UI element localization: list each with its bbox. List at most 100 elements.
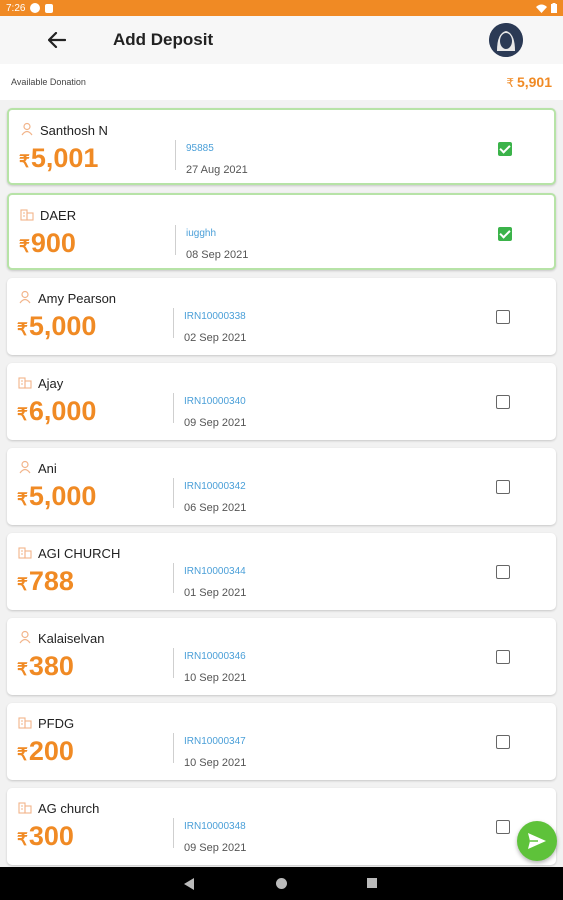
wifi-icon bbox=[536, 4, 547, 13]
deposit-amount: ₹788 bbox=[17, 568, 74, 595]
rupee-symbol: ₹ bbox=[506, 76, 514, 90]
rupee-symbol: ₹ bbox=[17, 490, 28, 509]
notification-icon bbox=[30, 3, 41, 13]
deposit-amount-value: 5,001 bbox=[30, 143, 99, 173]
user-avatar-icon bbox=[489, 23, 523, 57]
divider bbox=[175, 140, 176, 170]
deposit-card[interactable]: DAER ₹900 iugghh 08 Sep 2021 bbox=[7, 193, 556, 270]
donor-name: Amy Pearson bbox=[38, 291, 117, 306]
deposit-date: 27 Aug 2021 bbox=[186, 164, 248, 176]
deposit-amount: ₹380 bbox=[17, 653, 74, 680]
building-icon bbox=[18, 375, 32, 389]
deposit-amount: ₹900 bbox=[19, 230, 76, 257]
submit-button[interactable] bbox=[517, 821, 557, 861]
status-time: 7:26 bbox=[6, 2, 26, 14]
back-button[interactable] bbox=[44, 28, 70, 52]
available-donation-row: Available Donation ₹5,901 bbox=[0, 64, 563, 100]
deposit-amount-value: 300 bbox=[28, 821, 74, 851]
rupee-symbol: ₹ bbox=[17, 830, 28, 849]
deposit-reference: IRN10000340 bbox=[184, 396, 246, 407]
status-bar: 7:26 bbox=[0, 0, 563, 16]
deposit-card[interactable]: AGI CHURCH ₹788 IRN10000344 01 Sep 2021 bbox=[7, 533, 556, 610]
deposit-reference: IRN10000344 bbox=[184, 566, 246, 577]
deposit-amount: ₹5,000 bbox=[17, 313, 96, 340]
deposit-date: 10 Sep 2021 bbox=[184, 757, 247, 769]
nav-back-icon[interactable] bbox=[184, 878, 194, 890]
person-icon bbox=[18, 460, 32, 474]
deposit-reference: IRN10000342 bbox=[184, 481, 246, 492]
divider bbox=[173, 733, 174, 763]
deposit-reference: IRN10000348 bbox=[184, 821, 246, 832]
available-donation-value: ₹5,901 bbox=[506, 74, 552, 90]
deposit-card[interactable]: Kalaiselvan ₹380 IRN10000346 10 Sep 2021 bbox=[7, 618, 556, 695]
rupee-symbol: ₹ bbox=[17, 405, 28, 424]
deposit-card[interactable]: Santhosh N ₹5,001 95885 27 Aug 2021 bbox=[7, 108, 556, 185]
rupee-symbol: ₹ bbox=[17, 660, 28, 679]
deposit-checkbox[interactable] bbox=[498, 227, 512, 241]
nav-recents-icon[interactable] bbox=[367, 878, 377, 888]
deposit-checkbox[interactable] bbox=[496, 395, 510, 409]
deposit-card[interactable]: PFDG ₹200 IRN10000347 10 Sep 2021 bbox=[7, 703, 556, 780]
divider bbox=[173, 818, 174, 848]
divider bbox=[173, 393, 174, 423]
donor-name: Santhosh N bbox=[40, 123, 108, 138]
donor-name: PFDG bbox=[38, 716, 75, 731]
rupee-symbol: ₹ bbox=[17, 320, 28, 339]
rupee-symbol: ₹ bbox=[19, 237, 30, 256]
deposit-checkbox[interactable] bbox=[496, 480, 510, 494]
available-donation-label: Available Donation bbox=[11, 77, 86, 87]
donor-name: Kalaiselvan bbox=[38, 631, 105, 646]
deposit-date: 01 Sep 2021 bbox=[184, 587, 247, 599]
deposit-date: 09 Sep 2021 bbox=[184, 842, 247, 854]
deposit-date: 10 Sep 2021 bbox=[184, 672, 247, 684]
person-icon bbox=[18, 630, 32, 644]
donor-name: Ani bbox=[38, 461, 57, 476]
rupee-symbol: ₹ bbox=[17, 745, 28, 764]
deposit-reference: 95885 bbox=[186, 143, 214, 154]
deposit-card[interactable]: AG church ₹300 IRN10000348 09 Sep 2021 bbox=[7, 788, 556, 865]
donor-name: AG church bbox=[38, 801, 100, 816]
avatar[interactable] bbox=[489, 23, 523, 57]
person-icon bbox=[20, 122, 34, 136]
battery-icon bbox=[551, 3, 557, 13]
deposit-checkbox[interactable] bbox=[496, 735, 510, 749]
deposit-date: 08 Sep 2021 bbox=[186, 249, 249, 261]
deposit-checkbox[interactable] bbox=[496, 820, 510, 834]
deposit-amount: ₹300 bbox=[17, 823, 74, 850]
deposit-amount: ₹5,000 bbox=[17, 483, 96, 510]
app-bar: Add Deposit bbox=[0, 16, 563, 64]
deposit-checkbox[interactable] bbox=[496, 650, 510, 664]
system-nav-bar bbox=[0, 867, 563, 900]
building-icon bbox=[18, 715, 32, 729]
deposit-card[interactable]: Ajay ₹6,000 IRN10000340 09 Sep 2021 bbox=[7, 363, 556, 440]
person-icon bbox=[18, 290, 32, 304]
deposit-amount-value: 6,000 bbox=[28, 396, 97, 426]
divider bbox=[175, 225, 176, 255]
rupee-symbol: ₹ bbox=[17, 575, 28, 594]
deposit-list[interactable]: Santhosh N ₹5,001 95885 27 Aug 2021 DAER ₹900… bbox=[0, 100, 563, 867]
deposit-amount-value: 200 bbox=[28, 736, 74, 766]
deposit-date: 06 Sep 2021 bbox=[184, 502, 247, 514]
deposit-checkbox[interactable] bbox=[496, 310, 510, 324]
deposit-checkbox[interactable] bbox=[498, 142, 512, 156]
deposit-reference: IRN10000338 bbox=[184, 311, 246, 322]
building-icon bbox=[18, 800, 32, 814]
deposit-card[interactable]: Amy Pearson ₹5,000 IRN10000338 02 Sep 2021 bbox=[7, 278, 556, 355]
page-title: Add Deposit bbox=[113, 30, 214, 49]
deposit-amount: ₹6,000 bbox=[17, 398, 96, 425]
building-icon bbox=[18, 545, 32, 559]
rupee-symbol: ₹ bbox=[19, 152, 30, 171]
deposit-amount-value: 5,000 bbox=[28, 311, 97, 341]
send-icon bbox=[528, 833, 546, 849]
divider bbox=[173, 478, 174, 508]
donor-name: Ajay bbox=[38, 376, 64, 391]
deposit-amount-value: 900 bbox=[30, 228, 76, 258]
deposit-amount: ₹5,001 bbox=[19, 145, 98, 172]
deposit-card[interactable]: Ani ₹5,000 IRN10000342 06 Sep 2021 bbox=[7, 448, 556, 525]
deposit-amount: ₹200 bbox=[17, 738, 74, 765]
nav-home-icon[interactable] bbox=[276, 878, 287, 889]
available-donation-amount: 5,901 bbox=[516, 74, 552, 90]
deposit-reference: iugghh bbox=[186, 228, 217, 239]
deposit-checkbox[interactable] bbox=[496, 565, 510, 579]
sim-icon bbox=[45, 3, 54, 13]
